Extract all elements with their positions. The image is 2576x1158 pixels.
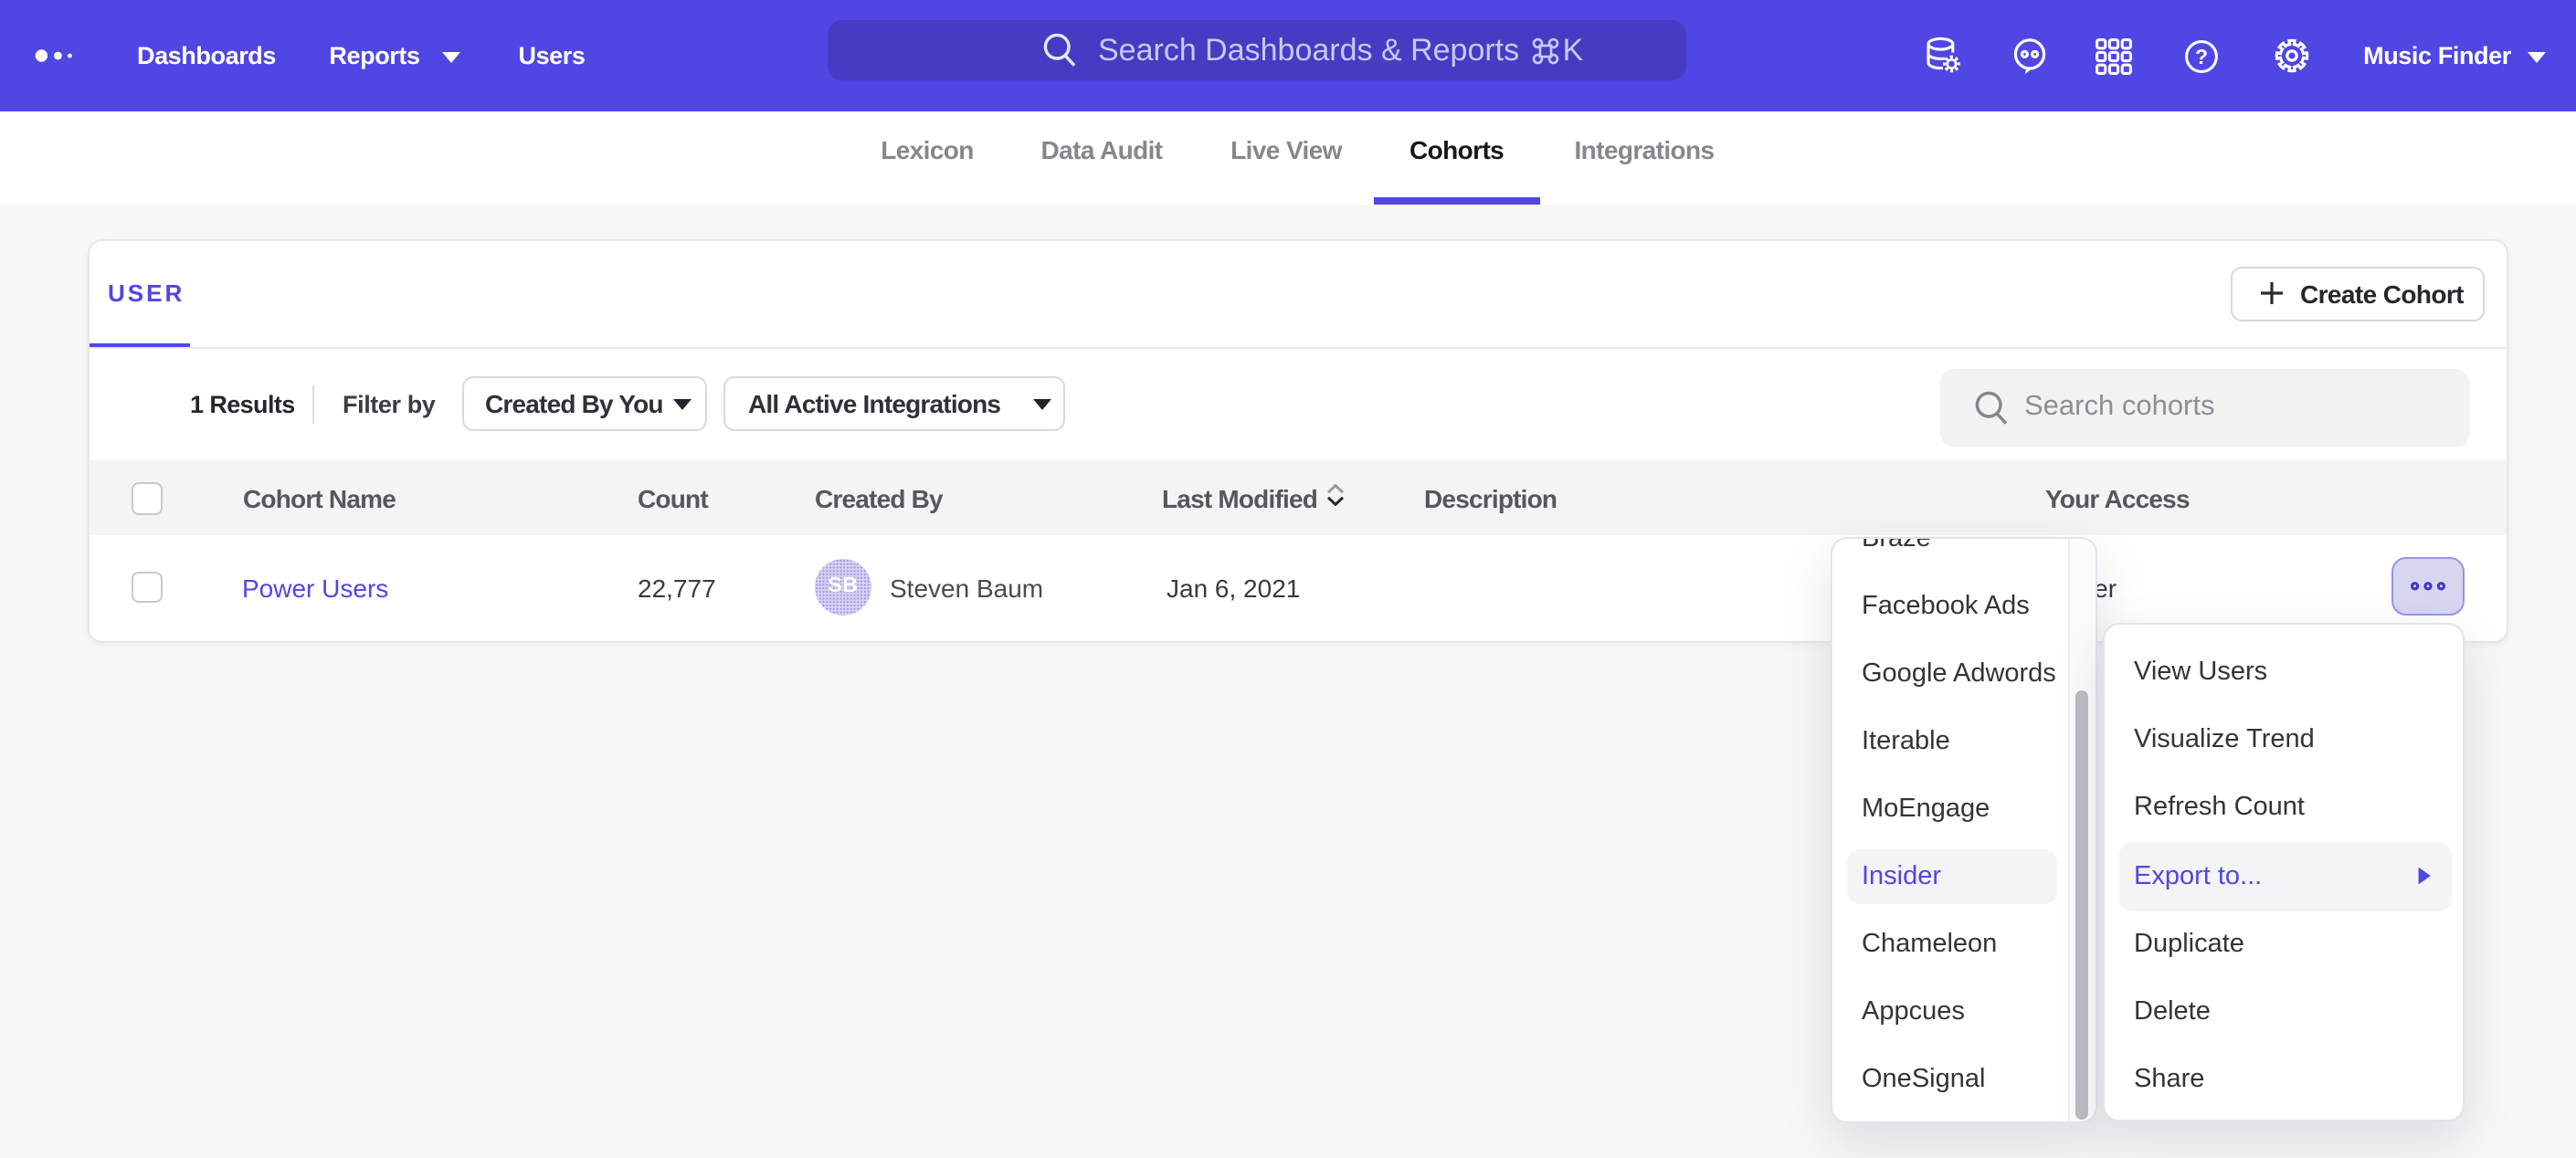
svg-text:?: ?	[2195, 44, 2208, 68]
